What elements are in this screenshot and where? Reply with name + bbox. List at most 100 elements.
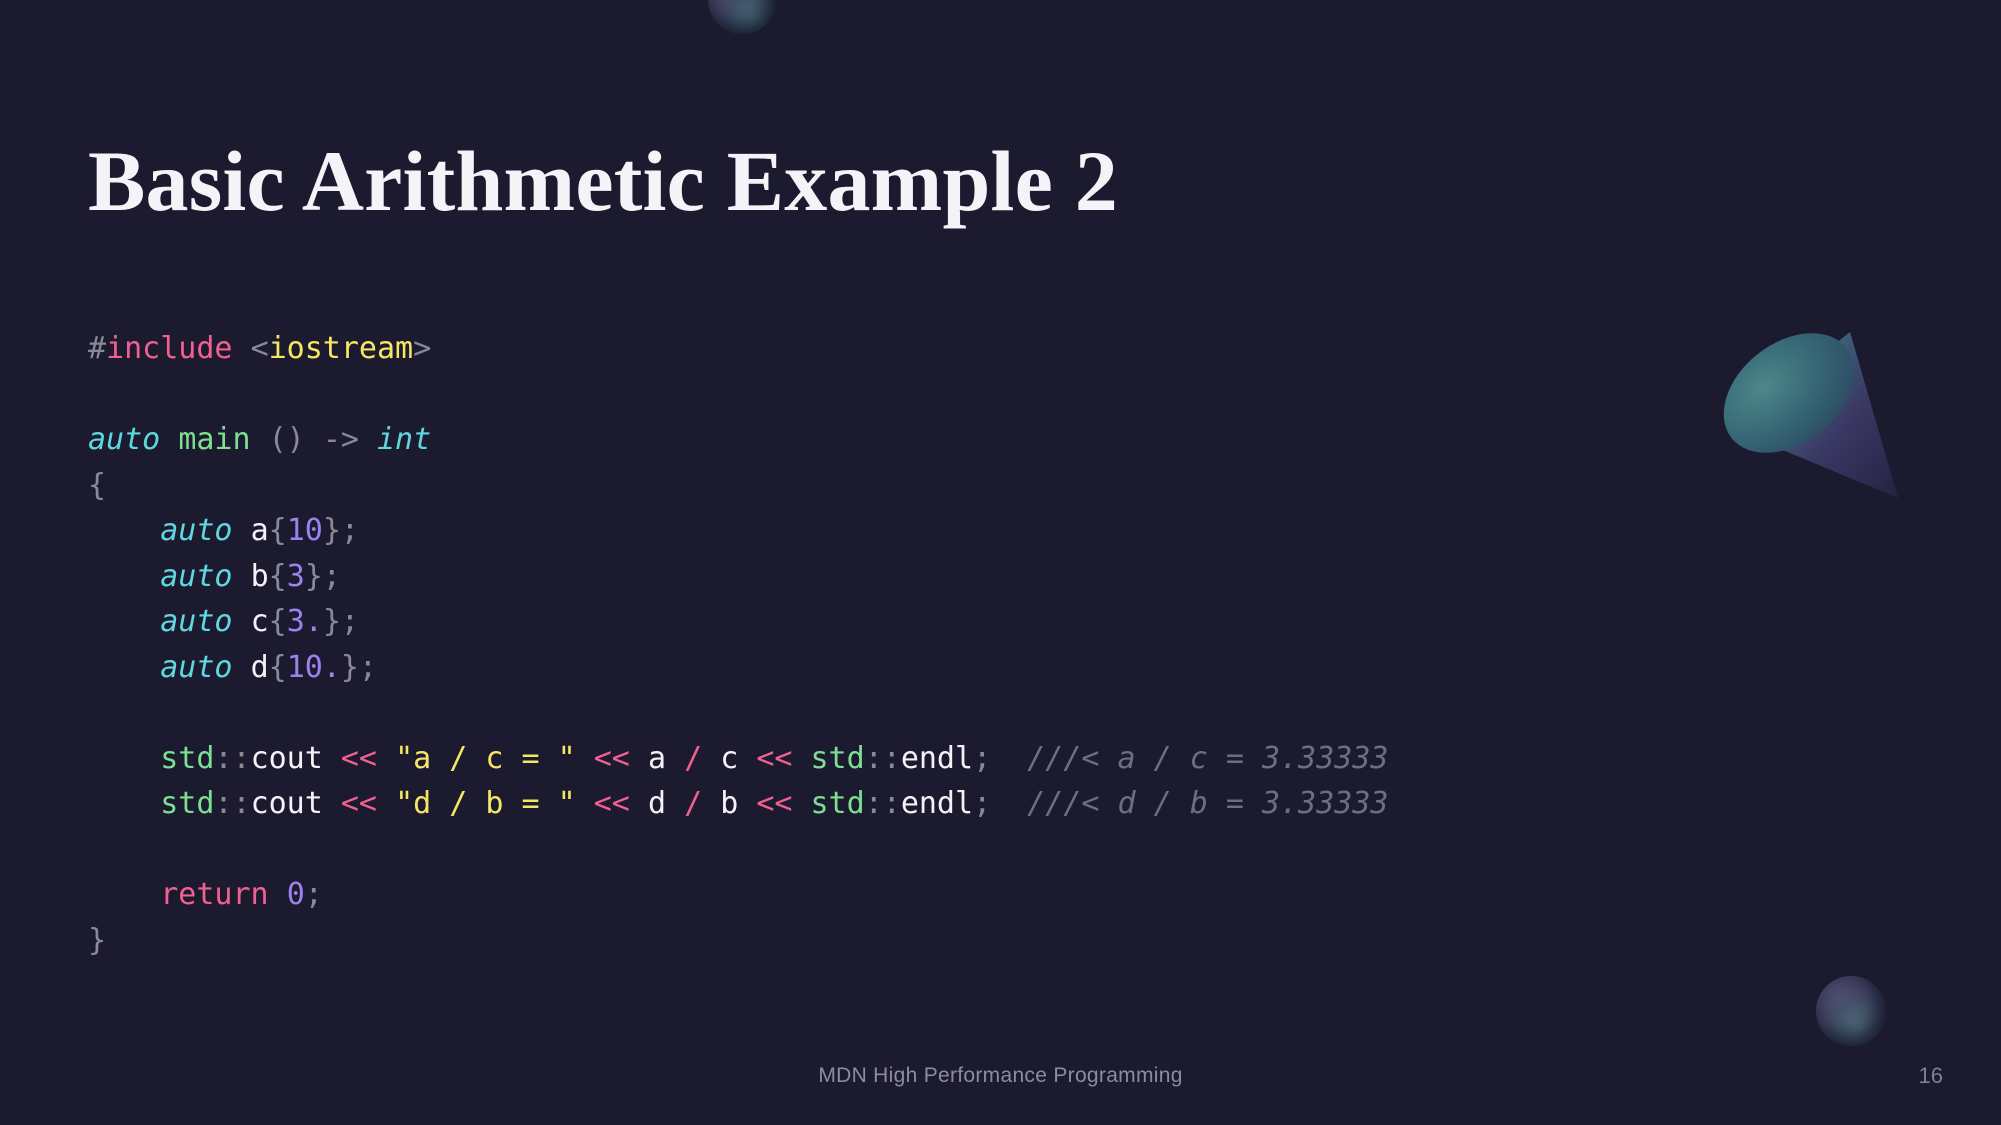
code-token: std [160,740,215,776]
code-token: include [106,331,233,366]
code-token: << [593,740,630,776]
code-token: int [377,422,432,457]
code-token: << [756,786,793,821]
code-token: auto [160,513,233,548]
code-line: { [88,463,1388,509]
code-token: } [88,922,107,958]
code-line: } [88,918,1388,964]
footer-label: MDN High Performance Programming [818,1064,1183,1087]
code-token: }; [322,513,359,548]
code-token: { [268,558,287,594]
code-line: auto main () -> int [88,417,1388,463]
code-line: std::cout << "d / b = " << d / b << std:… [88,781,1388,827]
code-line: auto d{10.}; [88,645,1388,691]
code-token: :: [214,740,251,776]
code-token: cout [250,786,323,821]
code-token: }; [304,558,341,594]
cone-icon [1700,310,1910,520]
code-token: b [250,558,269,594]
code-token: ; [304,877,323,912]
code-token: b [720,786,739,821]
code-token: }; [340,649,377,685]
code-token: () [268,422,305,457]
code-token: ///< d / b = 3.33333 [1027,786,1389,821]
code-token: { [268,649,287,685]
page-number: 16 [1918,1063,1943,1088]
code-token: # [88,331,107,366]
code-token: << [756,740,793,776]
code-token: auto [160,649,233,685]
code-token: main [178,422,251,457]
code-token: d [250,649,269,685]
code-token: { [268,513,287,548]
slide-title: Basic Arithmetic Example 2 [88,132,1118,229]
code-line: auto a{10}; [88,508,1388,554]
code-token: -> [322,422,359,457]
code-token: "d / b = " [395,786,576,821]
code-token: << [593,786,630,821]
code-token: std [810,786,865,821]
code-token: { [268,604,287,639]
code-token: a [647,740,666,776]
code-token: ; [973,740,992,776]
code-token: endl [900,786,974,821]
code-token: 10. [286,649,341,685]
code-token: }; [322,604,359,639]
code-token: std [810,740,865,776]
code-line: return 0; [88,872,1388,918]
code-token: iostream [268,331,414,366]
code-token: "a / c = " [395,740,576,776]
code-token: { [88,467,107,503]
code-token: c [720,740,739,776]
code-token: endl [900,740,974,776]
code-token: 10 [286,513,323,548]
code-token: << [340,740,377,776]
code-token: std [160,786,215,821]
sphere-icon-top [708,0,776,34]
code-token: c [250,604,269,639]
code-token: cout [250,740,323,776]
code-token: auto [88,422,161,457]
code-token: :: [864,740,901,776]
code-token: << [340,786,377,821]
code-token: ; [973,786,992,821]
code-token: > [413,331,432,366]
code-token: auto [160,558,233,594]
code-token: 0 [286,877,305,912]
code-block: #include <iostream> auto main () -> int {… [88,326,1388,963]
slide-canvas: Basic Arithmetic Example 2 #include <ios… [0,0,2001,1125]
code-token: :: [864,786,901,821]
code-token: / [684,740,703,776]
code-token: d [647,786,666,821]
code-line: #include <iostream> [88,326,1388,372]
code-token: ///< a / c = 3.33333 [1027,740,1389,776]
